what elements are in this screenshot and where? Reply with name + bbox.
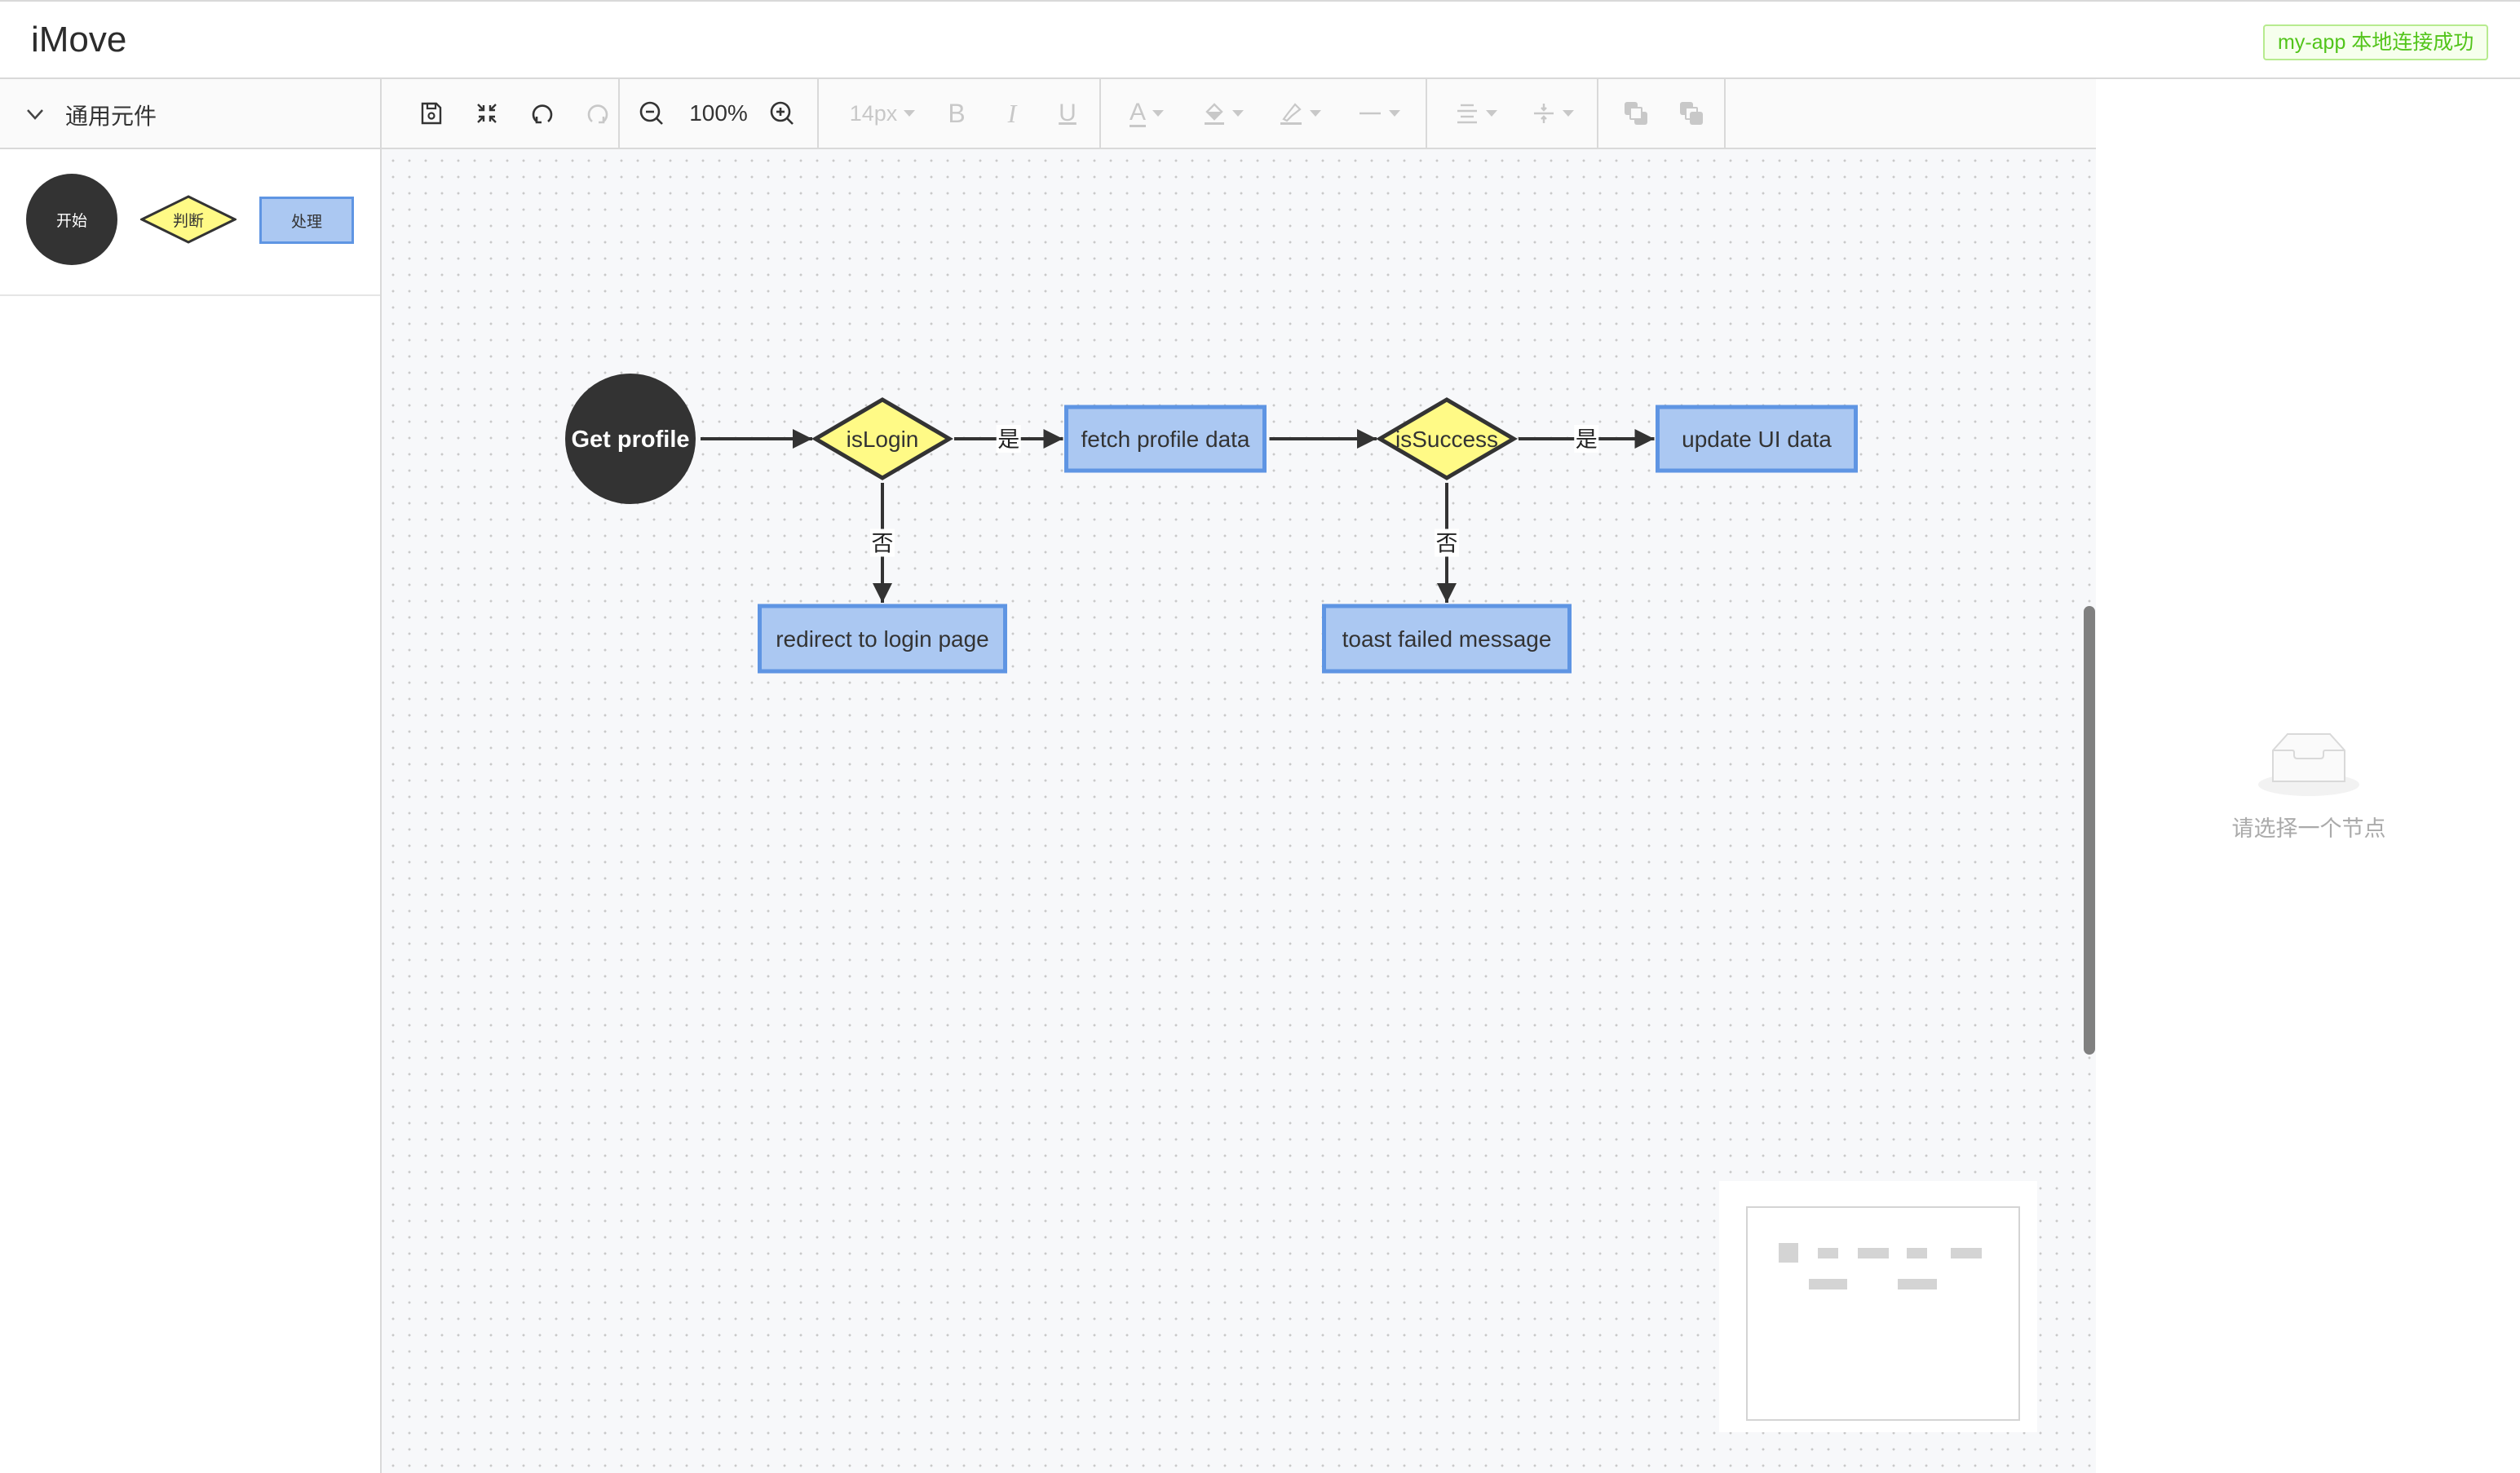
bold-button[interactable]: B [939, 96, 974, 130]
flow-node-start[interactable]: Get profile [565, 374, 696, 504]
node-label: fetch profile data [1081, 427, 1249, 452]
fit-canvas-button[interactable] [470, 96, 504, 130]
line-style-icon [1359, 112, 1381, 115]
node-label: isLogin [847, 427, 919, 452]
caret-down-icon [1486, 110, 1497, 117]
font-size-select[interactable]: 14px [842, 96, 923, 130]
flow-node-redirect[interactable]: redirect to login page [758, 604, 1007, 674]
minimap-node [1858, 1248, 1889, 1258]
node-label: redirect to login page [776, 626, 989, 652]
caret-down-icon [1563, 110, 1574, 117]
text-color-button[interactable]: A [1121, 96, 1173, 130]
flow-edge-isLogin-fetch[interactable]: 是 [954, 425, 1063, 453]
shape-decision-diamond[interactable]: 判断 [140, 195, 237, 244]
shape-start-circle[interactable]: 开始 [26, 174, 117, 265]
node-label: toast failed message [1342, 626, 1552, 652]
chevron-down-icon [27, 109, 43, 120]
minimap-node [1898, 1279, 1937, 1289]
toolbar-group-align [1427, 79, 1598, 148]
panel-header-general-shapes[interactable]: 通用元件 [0, 79, 380, 149]
minimap-node [1951, 1248, 1982, 1258]
editor-toolbar: 100% 14px B I U A [382, 79, 2096, 149]
flow-canvas[interactable]: 是 是否 否 Get profile isLogin fetch profile dat… [382, 149, 2096, 1473]
toolbar-group-text-style: 14px B I U [819, 79, 1101, 148]
zoom-out-button[interactable] [634, 96, 669, 130]
redo-button[interactable] [581, 96, 615, 130]
font-size-value: 14px [849, 100, 898, 126]
toolbar-group-layer [1598, 79, 1726, 148]
panel-title: 通用元件 [65, 104, 157, 129]
shape-process-rect[interactable]: 处理 [259, 197, 354, 244]
flow-node-toast[interactable]: toast failed message [1322, 604, 1572, 674]
shape-library-sidebar: 通用元件 开始 判断 处理 [0, 79, 382, 1473]
shape-label: 判断 [172, 212, 204, 230]
flow-edge-isSuccess-toast[interactable]: 否 [1435, 483, 1459, 603]
minimap-node [1809, 1279, 1847, 1289]
flow-edge-isLogin-redirect[interactable]: 否 [870, 483, 895, 603]
caret-down-icon [1389, 110, 1400, 117]
save-icon [421, 102, 442, 125]
empty-inbox-icon [2258, 733, 2359, 796]
undo-icon [532, 104, 553, 124]
connection-status-badge: my-app 本地连接成功 [2263, 24, 2489, 60]
fit-canvas-icon [477, 104, 497, 123]
text-color-icon: A [1129, 98, 1146, 127]
empty-state-text: 请选择一个节点 [2231, 816, 2386, 841]
properties-panel: 请选择一个节点 [2098, 79, 2520, 1473]
fill-color-button[interactable] [1197, 96, 1249, 130]
minimap-node [1818, 1248, 1838, 1258]
edge-label: 否 [872, 532, 894, 557]
app-title: iMove [31, 20, 127, 60]
caret-down-icon [904, 110, 916, 117]
minimap-node [1907, 1248, 1927, 1258]
edge-label: 是 [1576, 427, 1598, 453]
flow-edge-isSuccess-update[interactable]: 是 [1519, 425, 1655, 453]
italic-button[interactable]: I [995, 96, 1029, 130]
fill-color-icon [1205, 103, 1224, 125]
underline-button[interactable]: U [1050, 96, 1085, 130]
vertical-scrollbar[interactable] [2084, 606, 2095, 1055]
zoom-level: 100% [689, 100, 748, 126]
zoom-in-button[interactable] [765, 96, 799, 130]
shape-label: 开始 [55, 212, 87, 230]
toolbar-group-history [382, 79, 620, 148]
align-middle-icon [1534, 104, 1554, 123]
toolbar-group-zoom: 100% [620, 79, 819, 148]
undo-button[interactable] [525, 96, 559, 130]
flow-node-fetch[interactable]: fetch profile data [1064, 405, 1267, 473]
flow-node-update[interactable]: update UI data [1656, 405, 1858, 473]
send-to-back-button[interactable] [1673, 96, 1709, 130]
node-label: update UI data [1682, 427, 1832, 452]
caret-down-icon [1310, 110, 1321, 117]
zoom-in-icon [770, 101, 794, 125]
vertical-align-button[interactable] [1527, 96, 1579, 130]
flow-node-isLogin[interactable]: isLogin [811, 397, 953, 480]
node-label: isSuccess [1395, 427, 1498, 452]
edge-label: 是 [997, 427, 1019, 453]
edge-label: 否 [1436, 532, 1458, 557]
border-color-button[interactable] [1274, 96, 1326, 130]
send-to-back-icon [1680, 102, 1703, 125]
shape-label: 处理 [290, 213, 322, 231]
minimap[interactable] [1719, 1181, 2037, 1432]
shapes-row: 开始 判断 处理 [0, 149, 380, 296]
bring-to-front-button[interactable] [1618, 96, 1654, 130]
line-style-button[interactable] [1351, 96, 1408, 130]
minimap-viewport[interactable] [1746, 1206, 2020, 1421]
highlighter-icon [1280, 103, 1302, 125]
zoom-out-icon [639, 101, 663, 125]
minimap-node [1779, 1243, 1798, 1263]
horizontal-align-button[interactable] [1450, 96, 1502, 130]
caret-down-icon [1152, 110, 1164, 117]
node-label: Get profile [571, 427, 689, 453]
redo-icon [587, 104, 608, 124]
app-header: iMove my-app 本地连接成功 [0, 0, 2520, 79]
bring-to-front-icon [1625, 102, 1647, 125]
caret-down-icon [1232, 110, 1244, 117]
toolbar-group-colors: A [1101, 79, 1427, 148]
flow-node-isSuccess[interactable]: isSuccess [1376, 397, 1518, 480]
save-button[interactable] [414, 96, 449, 130]
align-center-icon [1457, 104, 1477, 124]
